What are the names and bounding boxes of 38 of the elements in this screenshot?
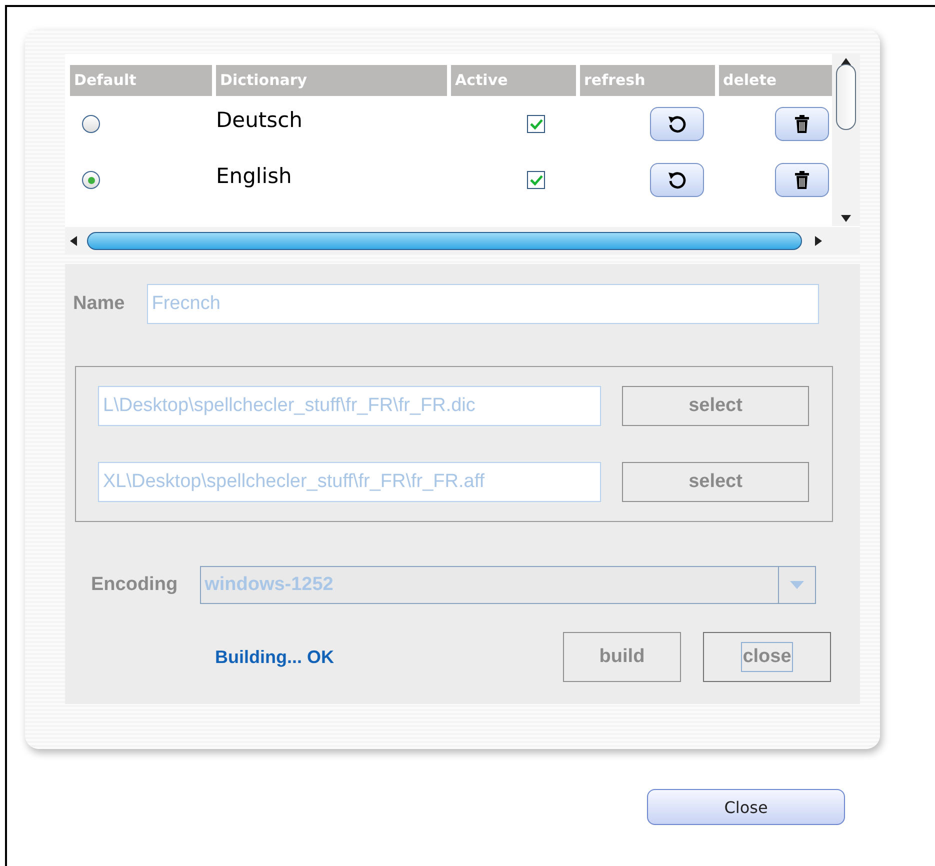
dialog-button[interactable]: close [703, 632, 831, 682]
name-field[interactable]: Frecnch [146, 284, 819, 324]
delete-button[interactable] [775, 163, 829, 197]
file-path-field[interactable]: L\Desktop\spellchecler_stuff\fr_FR\fr_FR.dic [98, 386, 601, 426]
default-radio[interactable] [82, 115, 100, 133]
scroll-right-icon[interactable] [815, 236, 822, 246]
select-button[interactable]: select [622, 386, 809, 426]
delete-button[interactable] [775, 107, 829, 141]
column-header: refresh [580, 65, 715, 96]
active-checkbox[interactable] [527, 115, 545, 133]
column-header: delete [719, 65, 834, 96]
refresh-icon [667, 114, 687, 134]
status-text: Building... OK [215, 646, 335, 668]
column-header: Dictionary [216, 65, 447, 96]
scroll-thumb[interactable] [87, 232, 802, 250]
select-button[interactable]: select [622, 462, 809, 502]
trash-icon [794, 115, 810, 133]
horizontal-scrollbar[interactable] [65, 227, 860, 254]
dictionary-name: English [216, 164, 292, 190]
close-button[interactable]: Close [647, 789, 845, 825]
refresh-button[interactable] [650, 163, 704, 197]
default-radio[interactable] [82, 171, 100, 189]
scroll-thumb[interactable] [836, 64, 856, 130]
active-checkbox[interactable] [527, 171, 545, 189]
name-label: Name [73, 293, 125, 315]
column-header: Default [70, 65, 212, 96]
column-header: Active [451, 65, 576, 96]
refresh-button[interactable] [650, 107, 704, 141]
vertical-scrollbar[interactable] [832, 54, 860, 226]
file-path-field[interactable]: XL\Desktop\spellchecler_stuff\fr_FR\fr_FR.aff [98, 462, 601, 502]
encoding-label: Encoding [91, 574, 178, 596]
dialog-button[interactable]: build [563, 632, 681, 682]
refresh-icon [667, 170, 687, 190]
scroll-down-icon[interactable] [841, 215, 851, 222]
dropdown-arrow-icon [790, 581, 804, 589]
dictionary-name: Deutsch [216, 108, 302, 134]
trash-icon [794, 171, 810, 189]
scroll-left-icon[interactable] [70, 236, 77, 246]
